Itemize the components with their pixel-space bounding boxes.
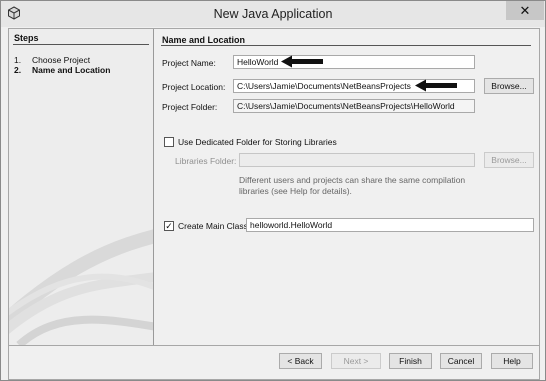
note-line: Different users and projects can share t… [239,175,466,185]
section-divider [161,45,531,46]
steps-panel-decoration [9,229,153,345]
step-number: 1. [14,55,22,65]
step-label: Name and Location [32,65,111,75]
step-item-name-and-location: 2. Name and Location [14,65,110,75]
browse-location-button[interactable]: Browse... [484,78,534,94]
pointer-arrow-icon [281,55,323,68]
step-item-choose-project: 1. Choose Project [14,55,90,65]
project-location-label: Project Location: [162,82,226,92]
create-main-class-label: Create Main Class [178,221,248,231]
help-button[interactable]: Help [491,353,533,369]
pointer-arrow-icon [415,79,457,92]
browse-libraries-button: Browse... [484,152,534,168]
back-button[interactable]: < Back [279,353,322,369]
finish-button[interactable]: Finish [389,353,432,369]
libraries-help-note: Different users and projects can share t… [239,175,465,197]
libraries-folder-input [239,153,475,167]
steps-panel: Steps 1. Choose Project 2. Name and Locati… [9,29,153,345]
title-bar: New Java Application ✕ [1,1,545,27]
button-bar-divider [9,345,539,346]
note-line: libraries (see Help for details). [239,186,352,196]
section-title: Name and Location [162,35,246,45]
create-main-class-checkbox[interactable]: ✓ [164,221,174,231]
wizard-body: Steps 1. Choose Project 2. Name and Locati… [8,28,540,380]
close-button[interactable]: ✕ [506,1,544,20]
main-class-input[interactable]: helloworld.HelloWorld [246,218,534,232]
close-icon: ✕ [519,3,531,18]
steps-divider [13,44,149,45]
project-name-input[interactable]: HelloWorld [233,55,475,69]
dedicated-folder-checkbox[interactable] [164,137,174,147]
window-title: New Java Application [213,7,333,21]
steps-title: Steps [14,33,39,43]
checkmark-icon: ✓ [165,221,173,231]
step-label: Choose Project [32,55,91,65]
project-folder-label: Project Folder: [162,102,218,112]
project-folder-field: C:\Users\Jamie\Documents\NetBeansProject… [233,99,475,113]
project-name-label: Project Name: [162,58,216,68]
cancel-button[interactable]: Cancel [440,353,482,369]
dialog-window: New Java Application ✕ Steps 1. Choose Pr… [0,0,546,381]
next-button: Next > [331,353,381,369]
libraries-folder-label: Libraries Folder: [175,156,237,166]
dedicated-folder-label: Use Dedicated Folder for Storing Librari… [178,137,337,147]
name-and-location-panel: Name and Location Project Name: HelloWor… [154,29,539,345]
step-number: 2. [14,65,22,75]
